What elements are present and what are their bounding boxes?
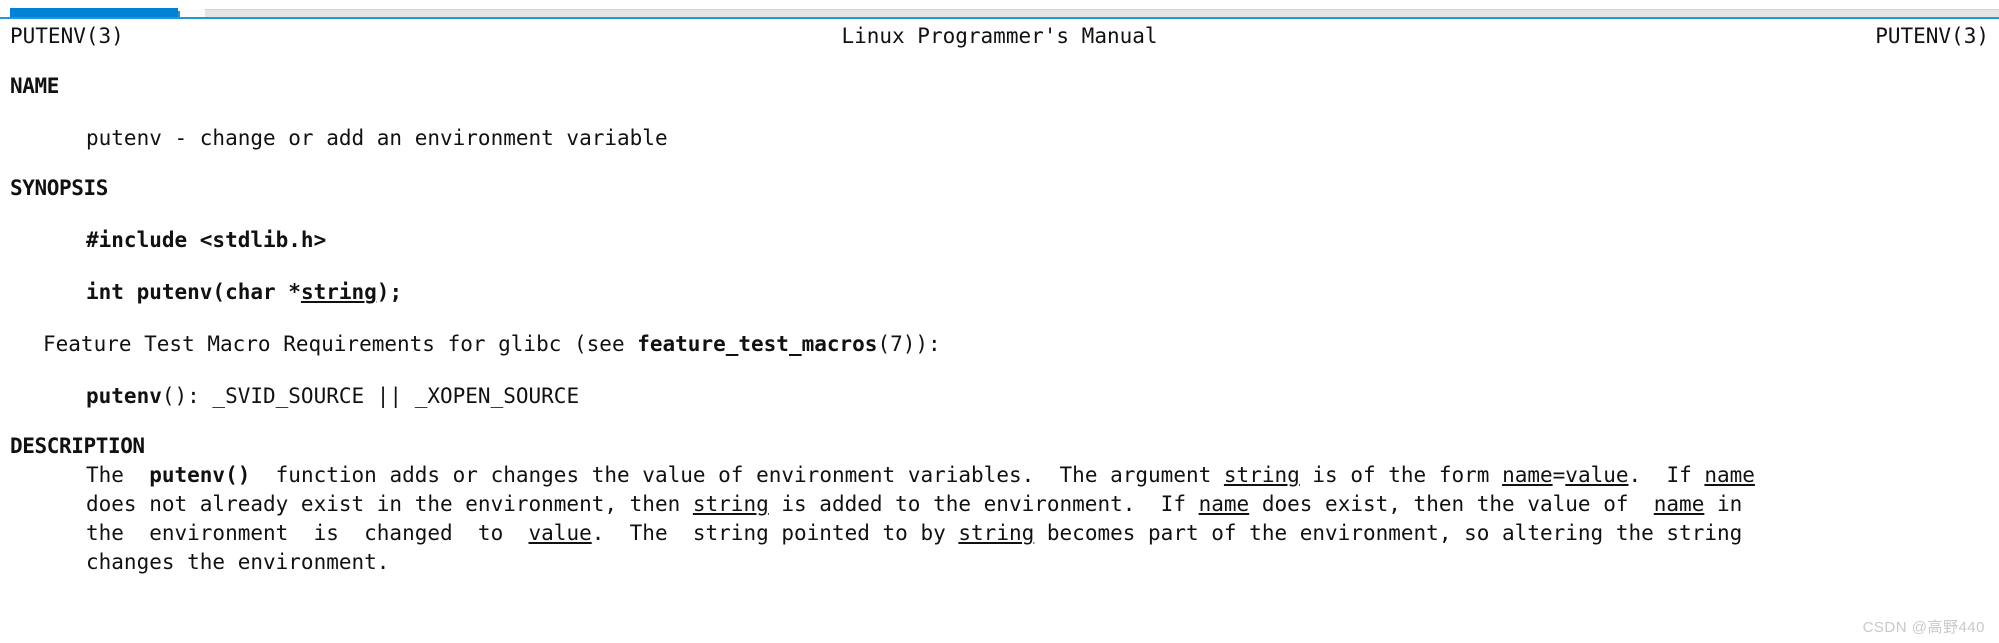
feature-test-macro-line: Feature Test Macro Requirements for glib…	[10, 330, 1989, 359]
description-paragraph: The putenv() function adds or changes th…	[10, 461, 1989, 577]
desc-t9: the environment is changed to	[86, 521, 529, 545]
description-line-4: changes the environment.	[86, 550, 390, 574]
ftm-text-prefix: Feature Test Macro Requirements for glib…	[43, 332, 638, 356]
csdn-watermark: CSDN @高野440	[1862, 619, 1985, 636]
section-heading-description: DESCRIPTION	[10, 434, 145, 458]
manpage-header: PUTENV(3) Linux Programmer's Manual PUTE…	[0, 22, 1999, 51]
desc-t4: . If	[1628, 463, 1705, 487]
progressbar-fill	[10, 8, 178, 17]
prototype-suffix: );	[376, 280, 403, 304]
desc-param-string-1: string	[1223, 463, 1300, 487]
manpage-content: PUTENV(3) Linux Programmer's Manual PUTE…	[0, 19, 1999, 577]
section-heading-name: NAME	[10, 74, 59, 98]
desc-func-putenv: putenv()	[149, 463, 251, 487]
desc-eq: =	[1552, 463, 1566, 487]
desc-param-name-3: name	[1198, 492, 1250, 516]
desc-t2: function adds or changes the value of en…	[250, 463, 1224, 487]
section-heading-synopsis: SYNOPSIS	[10, 176, 108, 200]
desc-param-name-2: name	[1704, 463, 1755, 487]
desc-param-string-3: string	[958, 521, 1035, 545]
ftm-function-macros: (): _SVID_SOURCE || _XOPEN_SOURCE	[161, 384, 580, 408]
manpage-header-right: PUTENV(3)	[1875, 24, 1989, 48]
desc-t3: is of the form	[1299, 463, 1503, 487]
synopsis-include-line: #include <stdlib.h>	[10, 226, 1989, 255]
desc-param-name-1: name	[1502, 463, 1553, 487]
desc-param-value-2: value	[528, 521, 592, 545]
desc-param-value-1: value	[1565, 463, 1629, 487]
prototype-prefix: int putenv(char *	[86, 280, 301, 304]
include-directive: #include <stdlib.h>	[86, 228, 327, 252]
desc-param-name-4: name	[1653, 492, 1705, 516]
description-line-2: does not already exist in the environmen…	[86, 490, 1989, 519]
desc-t7: does exist, then the value of	[1249, 492, 1654, 516]
desc-t8: in	[1704, 492, 1743, 516]
desc-t11: becomes part of the environment, so alte…	[1034, 521, 1743, 545]
ftm-text-suffix: (7)):	[877, 332, 941, 356]
manpage-header-title: Linux Programmer's Manual	[841, 24, 1158, 48]
ftm-requirement-line: putenv(): _SVID_SOURCE || _XOPEN_SOURCE	[10, 382, 1989, 411]
section-description: DESCRIPTION The putenv() function adds o…	[0, 432, 1999, 577]
desc-t5: does not already exist in the environmen…	[86, 492, 693, 516]
synopsis-prototype-line: int putenv(char *string);	[10, 278, 1989, 307]
description-line-3: the environment is changed to value. The…	[86, 519, 1989, 548]
progressbar-track[interactable]	[205, 9, 1999, 17]
progressbar-track-lead	[178, 9, 205, 17]
desc-param-string-2: string	[692, 492, 769, 516]
description-line-1: The putenv() function adds or changes th…	[86, 461, 1989, 490]
section-synopsis: SYNOPSIS #include <stdlib.h> int putenv(…	[0, 174, 1999, 411]
manpage-header-left: PUTENV(3)	[10, 24, 124, 48]
section-name: NAME putenv - change or add an environme…	[0, 72, 1999, 153]
desc-t10: . The string pointed to by	[591, 521, 959, 545]
ftm-function-name: putenv	[86, 384, 162, 408]
ftm-manref: feature_test_macros	[637, 332, 878, 356]
prototype-parameter: string	[300, 280, 377, 304]
desc-t6: is added to the environment. If	[768, 492, 1199, 516]
section-body-name: putenv - change or add an environment va…	[86, 126, 668, 150]
desc-t1: The	[86, 463, 150, 487]
page-scroll-progressbar[interactable]	[0, 8, 1999, 17]
